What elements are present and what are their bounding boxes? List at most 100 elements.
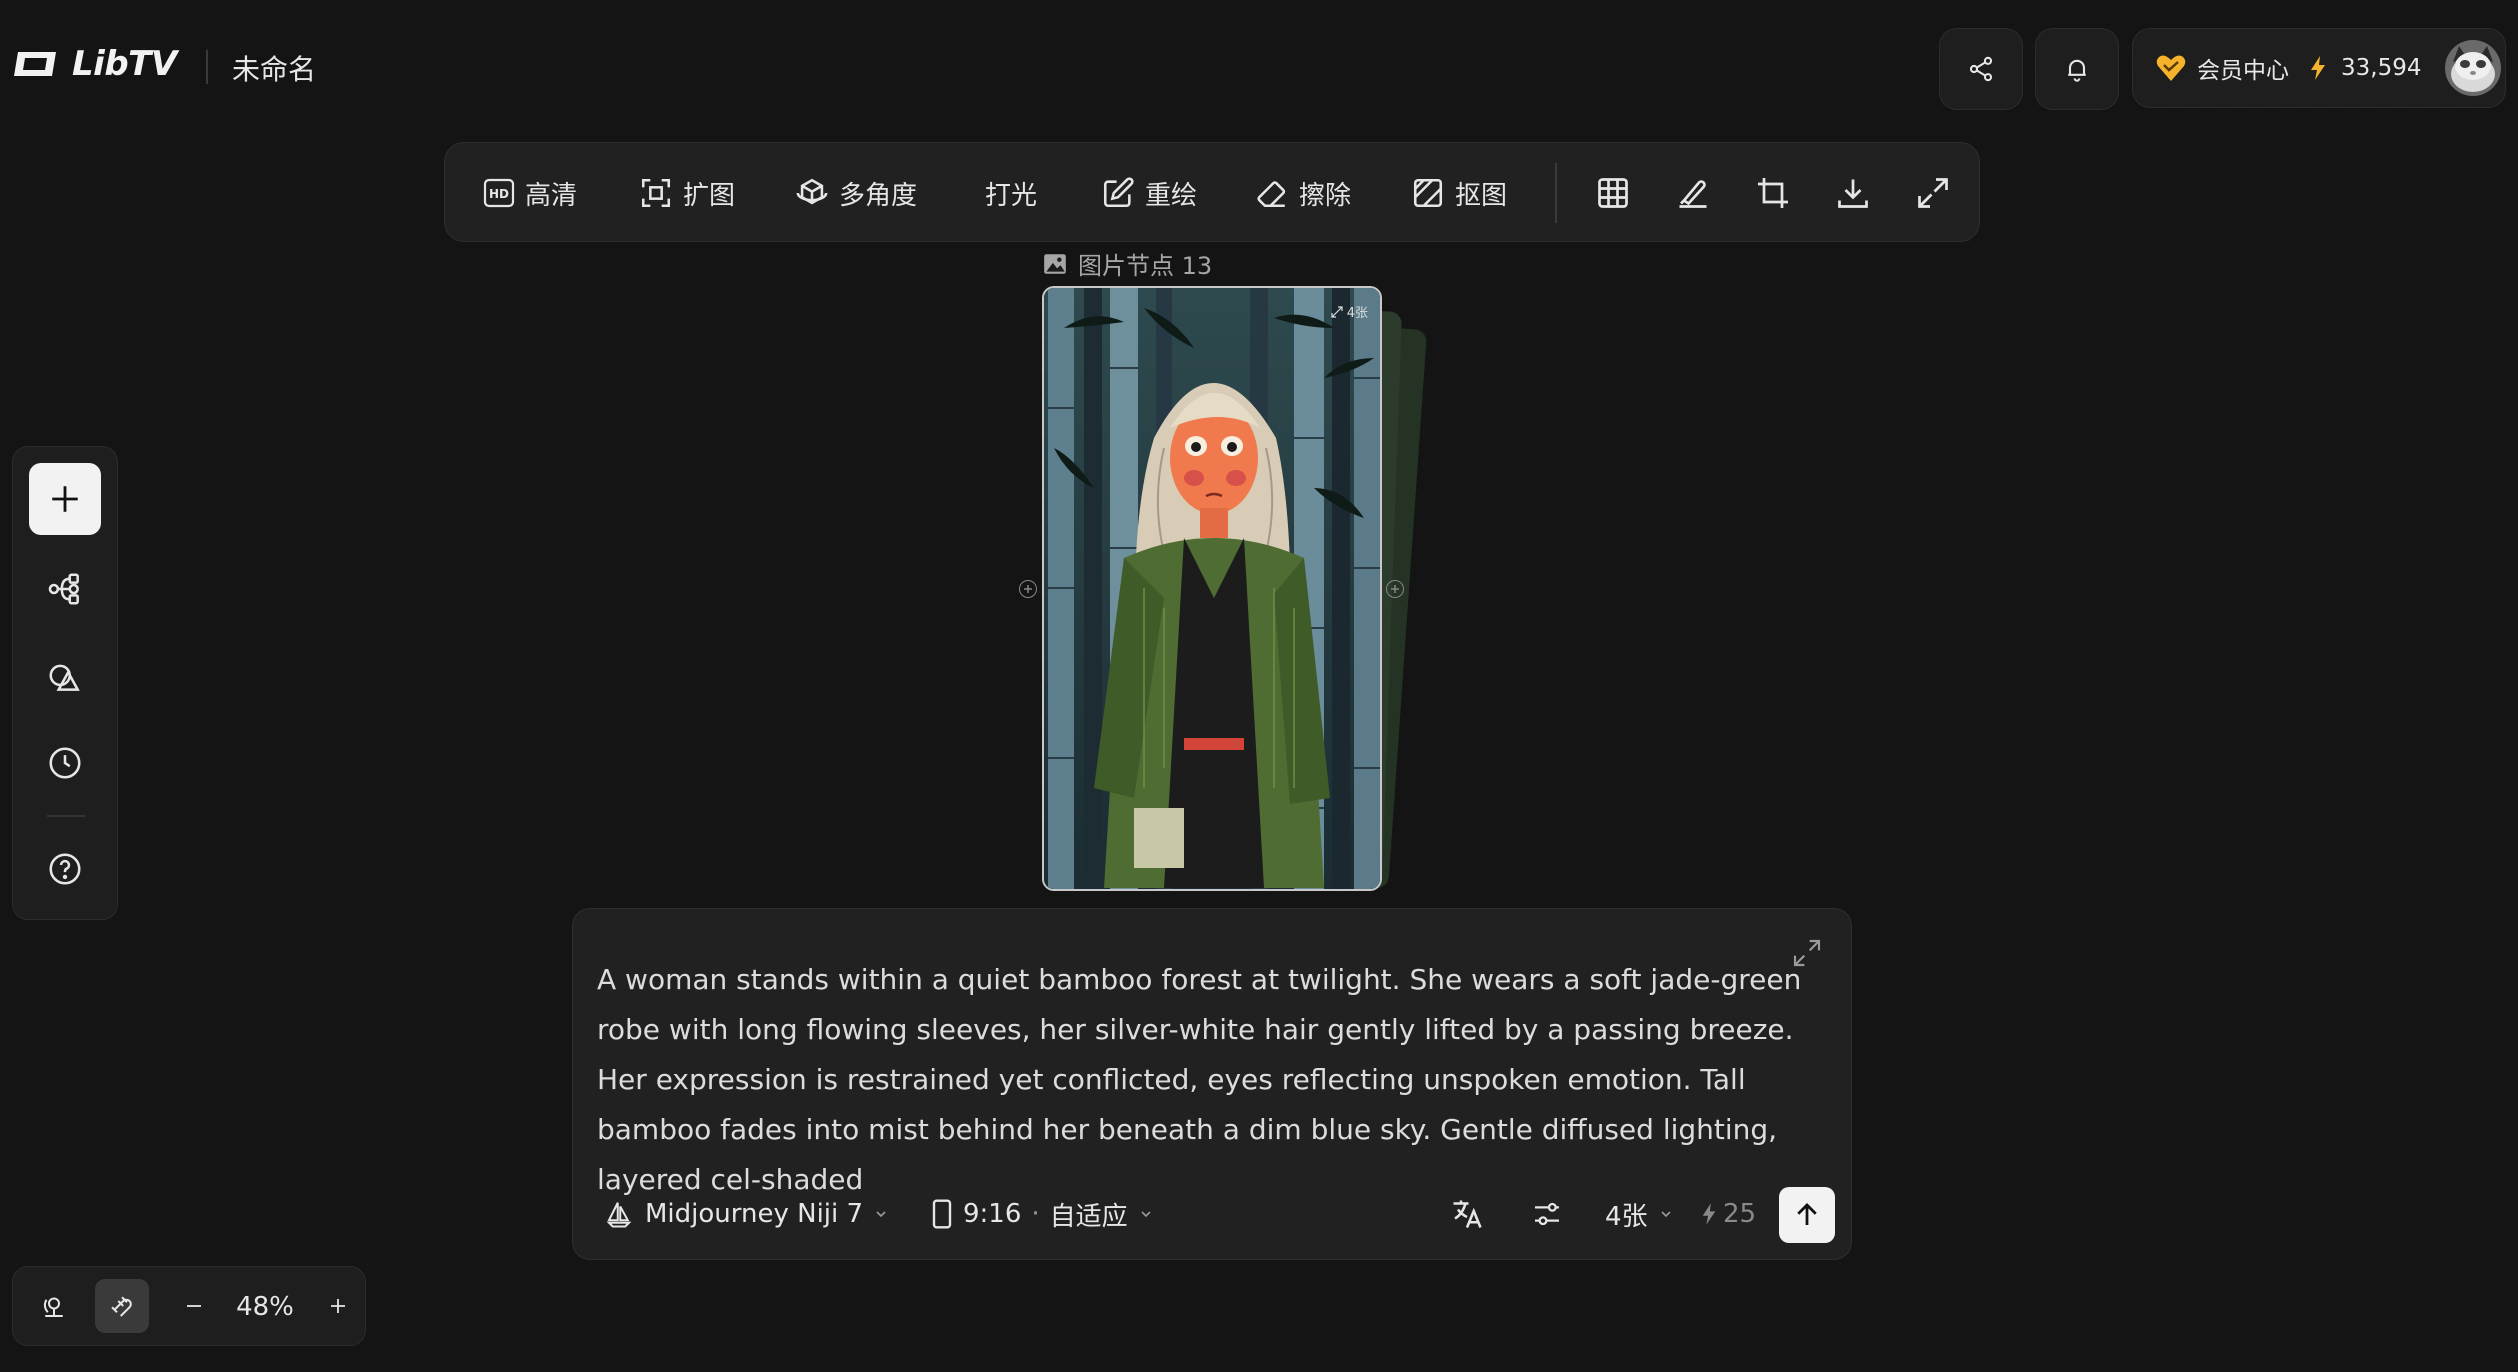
multi-angle-button[interactable]: 多角度: [795, 143, 917, 243]
sliders-icon: [1535, 1202, 1559, 1226]
workflow-button[interactable]: [39, 563, 91, 615]
multi-angle-label: 多角度: [839, 180, 918, 211]
lighting-button[interactable]: 打光: [985, 143, 1037, 243]
image-node-title: 图片节点 13: [1078, 252, 1213, 280]
locate-button[interactable]: [27, 1279, 81, 1333]
crop-icon: [1758, 178, 1788, 208]
cutout-icon: [1413, 178, 1443, 208]
toolbar-divider: [1555, 163, 1557, 223]
cost-value: 25: [1723, 1199, 1757, 1229]
aspect-ratio-mode: 自适应: [1049, 1201, 1128, 1232]
clock-icon: [49, 747, 81, 779]
phone-portrait-icon: [932, 1199, 952, 1229]
prompt-textarea[interactable]: A woman stands within a quiet bamboo for…: [597, 955, 1807, 1205]
image-node-label: 图片节点 13: [1042, 246, 1212, 281]
hd-label: 高清: [525, 180, 578, 211]
bell-icon: [2068, 59, 2086, 82]
connect-handle-right[interactable]: [1386, 580, 1404, 598]
expand-frame-icon: [641, 178, 671, 208]
redraw-button[interactable]: 重绘: [1101, 143, 1197, 243]
assets-button[interactable]: [39, 651, 91, 703]
sailboat-icon: [606, 1202, 632, 1228]
svg-text:HD: HD: [489, 187, 509, 201]
download-icon: [1838, 179, 1868, 208]
generate-button[interactable]: [1779, 1187, 1835, 1243]
fullscreen-button[interactable]: [1913, 173, 1953, 213]
brush-icon: [1679, 180, 1707, 208]
add-node-button[interactable]: [29, 463, 101, 535]
chevron-down-icon: [1141, 1211, 1151, 1218]
generated-image[interactable]: 4张: [1042, 286, 1382, 891]
lightning-icon: [2311, 56, 2325, 80]
expand-label: 扩图: [683, 180, 736, 211]
translate-button[interactable]: [1449, 1189, 1485, 1239]
prompt-panel: A woman stands within a quiet bamboo for…: [572, 908, 1852, 1260]
notifications-button[interactable]: [2035, 28, 2119, 110]
user-avatar[interactable]: [2445, 40, 2502, 96]
erase-label: 擦除: [1299, 180, 1352, 211]
erase-button[interactable]: 擦除: [1255, 143, 1351, 243]
lighting-label: 打光: [985, 180, 1038, 211]
settings-button[interactable]: [1531, 1189, 1563, 1239]
maximize-icon: [1918, 178, 1948, 208]
history-button[interactable]: [39, 737, 91, 789]
chevron-down-icon: [1660, 1211, 1671, 1218]
redraw-label: 重绘: [1145, 180, 1198, 211]
credits-balance: 33,594: [2341, 55, 2422, 81]
member-center-label: 会员中心: [2197, 58, 2289, 84]
share-button[interactable]: [1939, 28, 2023, 110]
model-selector[interactable]: Midjourney Niji 7: [603, 1189, 889, 1239]
crop-button[interactable]: [1753, 173, 1793, 213]
ratio-dot: ·: [1031, 1199, 1040, 1229]
app-logo[interactable]: LibTV: [12, 44, 177, 84]
translate-icon: [1453, 1200, 1482, 1228]
cutout-label: 抠图: [1455, 180, 1508, 211]
member-center-button[interactable]: 会员中心 33,594: [2132, 28, 2506, 108]
snap-toggle-button[interactable]: [95, 1279, 149, 1333]
eraser-icon: [1257, 181, 1286, 208]
minus-icon: [187, 1305, 201, 1307]
logo-mark-icon: [14, 52, 56, 76]
download-button[interactable]: [1833, 173, 1873, 213]
zoom-in-button[interactable]: [311, 1279, 365, 1333]
hd-icon: HD: [483, 178, 515, 208]
workflow-icon: [48, 573, 79, 605]
aspect-ratio-value: 9:16: [963, 1199, 1022, 1229]
zoom-out-button[interactable]: [167, 1279, 221, 1333]
expand-image-button[interactable]: 扩图: [639, 143, 735, 243]
plus-icon: [331, 1299, 345, 1313]
image-icon: [1044, 253, 1066, 274]
shapes-icon: [49, 664, 80, 691]
zoom-level: 48%: [236, 1292, 294, 1322]
grid-split-button[interactable]: [1593, 173, 1633, 213]
chevron-down-icon: [876, 1211, 886, 1218]
plus-icon: [52, 486, 78, 512]
image-count-badge: 4张: [1331, 302, 1368, 321]
model-name: Midjourney Niji 7: [645, 1199, 864, 1229]
zoom-bar: 48%: [12, 1266, 366, 1346]
sidebar-divider: [47, 815, 85, 817]
image-count-text: 4张: [1346, 306, 1368, 321]
map-pin-icon: [43, 1297, 63, 1317]
document-title[interactable]: 未命名: [232, 48, 316, 88]
rotate-3d-icon: [796, 178, 828, 205]
edit-icon: [1103, 177, 1134, 208]
image-count-value: 4张: [1605, 1201, 1648, 1232]
left-sidebar: [12, 446, 118, 920]
lightning-icon: [1702, 1203, 1716, 1225]
connect-handle-left[interactable]: [1019, 580, 1037, 598]
generation-cost: 25: [1701, 1189, 1756, 1239]
vip-heart-icon: [2156, 55, 2186, 81]
cutout-button[interactable]: 抠图: [1411, 143, 1507, 243]
help-icon: [49, 853, 81, 885]
aspect-ratio-selector[interactable]: 9:16 · 自适应: [931, 1189, 1154, 1239]
logo-text: LibTV: [72, 44, 177, 84]
brush-button[interactable]: [1673, 173, 1713, 213]
arrow-up-icon: [1797, 1203, 1817, 1225]
expand-arrows-icon: [1331, 305, 1343, 318]
image-count-selector[interactable]: 4张: [1605, 1189, 1674, 1239]
help-button[interactable]: [39, 843, 91, 895]
grid-icon: [1598, 178, 1628, 208]
hd-upscale-button[interactable]: HD 高清: [483, 143, 577, 243]
share-icon: [1969, 56, 1993, 82]
